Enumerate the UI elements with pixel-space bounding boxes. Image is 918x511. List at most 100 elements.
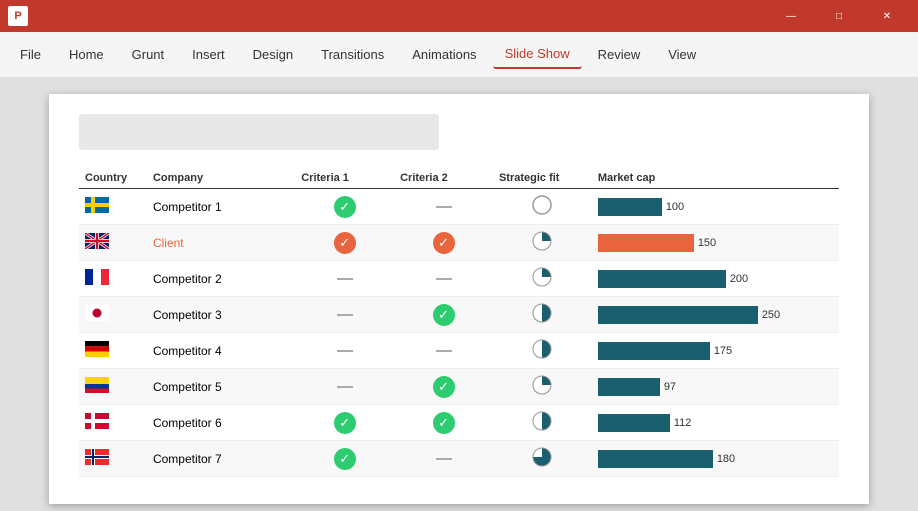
check-icon: ✓ — [433, 376, 455, 398]
criteria2-cell: ✓ — [394, 297, 493, 333]
table-row: Competitor 3 ✓ 250 — [79, 297, 839, 333]
criteria1-cell — [295, 333, 394, 369]
header-strategic: Strategic fit — [493, 168, 592, 189]
bar-value: 97 — [664, 381, 676, 393]
dash-icon — [436, 458, 452, 460]
check-icon: ✓ — [334, 412, 356, 434]
company-name-cell: Competitor 2 — [147, 261, 295, 297]
bar-value: 100 — [666, 201, 684, 213]
slide-title-placeholder — [79, 114, 439, 150]
marketcap-cell: 250 — [592, 297, 839, 333]
company-name-cell: Competitor 3 — [147, 297, 295, 333]
comparison-table: Country Company Criteria 1 Criteria 2 St… — [79, 168, 839, 477]
bar-chart — [598, 270, 726, 288]
minimize-button[interactable]: — — [768, 0, 814, 32]
strategic-cell — [493, 333, 592, 369]
table-row: Competitor 1 ✓ 100 — [79, 189, 839, 225]
table-row: Competitor 4 175 — [79, 333, 839, 369]
tab-file[interactable]: File — [8, 41, 53, 68]
app-icon: P — [8, 6, 28, 26]
flag-cell — [79, 189, 147, 225]
criteria2-cell — [394, 189, 493, 225]
criteria1-cell: ✓ — [295, 441, 394, 477]
tab-transitions[interactable]: Transitions — [309, 41, 396, 68]
criteria1-cell — [295, 261, 394, 297]
tab-view[interactable]: View — [656, 41, 708, 68]
table-header-row: Country Company Criteria 1 Criteria 2 St… — [79, 168, 839, 189]
company-label: Competitor 3 — [153, 308, 222, 322]
table-row: Competitor 2 200 — [79, 261, 839, 297]
marketcap-cell: 150 — [592, 225, 839, 261]
check-icon: ✓ — [334, 448, 356, 470]
maximize-button[interactable]: □ — [816, 0, 862, 32]
title-bar-controls: — □ ✕ — [768, 0, 910, 32]
header-company: Company — [147, 168, 295, 189]
header-criteria1: Criteria 1 — [295, 168, 394, 189]
flag-cell — [79, 441, 147, 477]
table-row: Client ✓ ✓ 150 — [79, 225, 839, 261]
bar-container: 250 — [598, 306, 833, 324]
bar-container: 200 — [598, 270, 833, 288]
criteria2-cell: ✓ — [394, 405, 493, 441]
bar-chart — [598, 306, 758, 324]
bar-value: 180 — [717, 453, 735, 465]
criteria2-cell: ✓ — [394, 225, 493, 261]
criteria1-cell: ✓ — [295, 405, 394, 441]
title-bar: P — □ ✕ — [0, 0, 918, 32]
bar-container: 150 — [598, 234, 833, 252]
company-name-cell: Competitor 1 — [147, 189, 295, 225]
tab-insert[interactable]: Insert — [180, 41, 237, 68]
flag-cell — [79, 369, 147, 405]
tab-grunt[interactable]: Grunt — [120, 41, 177, 68]
table-row: Competitor 6 ✓ ✓ 112 — [79, 405, 839, 441]
bar-container: 100 — [598, 198, 833, 216]
dash-icon — [337, 278, 353, 280]
strategic-cell — [493, 261, 592, 297]
company-label: Competitor 2 — [153, 272, 222, 286]
criteria1-cell: ✓ — [295, 225, 394, 261]
marketcap-cell: 112 — [592, 405, 839, 441]
strategic-cell — [493, 189, 592, 225]
company-label: Competitor 6 — [153, 416, 222, 430]
bar-chart — [598, 342, 710, 360]
flag-cell — [79, 297, 147, 333]
title-bar-left: P — [8, 6, 28, 26]
strategic-cell — [493, 441, 592, 477]
bar-chart — [598, 450, 713, 468]
criteria2-cell — [394, 441, 493, 477]
company-name-cell: Competitor 4 — [147, 333, 295, 369]
bar-value: 200 — [730, 273, 748, 285]
company-label: Competitor 5 — [153, 380, 222, 394]
criteria2-cell — [394, 261, 493, 297]
flag-cell — [79, 333, 147, 369]
flag-cell — [79, 405, 147, 441]
bar-container: 97 — [598, 378, 833, 396]
company-name-cell: Competitor 5 — [147, 369, 295, 405]
check-orange-icon: ✓ — [334, 232, 356, 254]
strategic-cell — [493, 225, 592, 261]
bar-chart — [598, 378, 660, 396]
marketcap-cell: 97 — [592, 369, 839, 405]
close-button[interactable]: ✕ — [864, 0, 910, 32]
bar-chart — [598, 198, 662, 216]
flag-cell — [79, 261, 147, 297]
tab-review[interactable]: Review — [586, 41, 653, 68]
tab-design[interactable]: Design — [241, 41, 305, 68]
tab-slideshow[interactable]: Slide Show — [493, 40, 582, 69]
company-label: Competitor 1 — [153, 200, 222, 214]
ribbon: File Home Grunt Insert Design Transition… — [0, 32, 918, 78]
company-name-cell: Client — [147, 225, 295, 261]
check-icon: ✓ — [433, 304, 455, 326]
dash-icon — [337, 350, 353, 352]
tab-animations[interactable]: Animations — [400, 41, 488, 68]
dash-icon — [436, 206, 452, 208]
bar-container: 180 — [598, 450, 833, 468]
marketcap-cell: 180 — [592, 441, 839, 477]
tab-home[interactable]: Home — [57, 41, 116, 68]
marketcap-cell: 200 — [592, 261, 839, 297]
company-name-cell: Competitor 6 — [147, 405, 295, 441]
check-icon: ✓ — [433, 412, 455, 434]
bar-container: 175 — [598, 342, 833, 360]
marketcap-cell: 100 — [592, 189, 839, 225]
slide: Country Company Criteria 1 Criteria 2 St… — [49, 94, 869, 504]
